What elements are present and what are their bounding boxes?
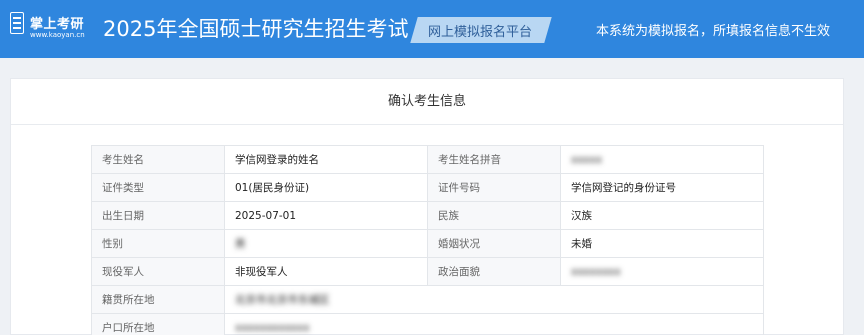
native-value: 北京市北京市东城区: [224, 285, 764, 314]
native-label: 籍贯所在地: [91, 285, 225, 314]
logo-url: www.kaoyan.cn: [30, 31, 85, 39]
table-row: 考生姓名 学信网登录的姓名 考生姓名拼音 xxxxx: [91, 145, 764, 174]
gender-value: 男: [224, 229, 428, 258]
gender-label: 性别: [91, 229, 225, 258]
military-value: 非现役军人: [224, 257, 428, 286]
political-value: xxxxxxxx: [560, 257, 764, 286]
ethnicity-label: 民族: [427, 201, 561, 230]
birth-label: 出生日期: [91, 201, 225, 230]
id-number-value: 学信网登记的身份证号: [560, 173, 764, 202]
confirm-info-card: 确认考生信息 考生姓名 学信网登录的姓名 考生姓名拼音 xxxxx 证件类型 0…: [10, 78, 844, 335]
book-icon: [10, 12, 24, 34]
ethnicity-value: 汉族: [560, 201, 764, 230]
app-header: 掌上考研 www.kaoyan.cn 2025年全国硕士研究生招生考试 网上模拟…: [0, 0, 864, 58]
simulation-notice: 本系统为模拟报名，所填报名信息不生效: [596, 24, 831, 39]
table-row: 籍贯所在地 北京市北京市东城区: [91, 285, 764, 314]
marital-value: 未婚: [560, 229, 764, 258]
marital-label: 婚姻状况: [427, 229, 561, 258]
page-title: 2025年全国硕士研究生招生考试: [103, 17, 409, 41]
id-type-value: 01(居民身份证): [224, 173, 428, 202]
table-row: 出生日期 2025-07-01 民族 汉族: [91, 201, 764, 230]
birth-value: 2025-07-01: [224, 201, 428, 230]
logo-name: 掌上考研: [30, 17, 85, 32]
table-row: 现役军人 非现役军人 政治面貌 xxxxxxxx: [91, 257, 764, 286]
name-value: 学信网登录的姓名: [224, 145, 428, 174]
candidate-info-table: 考生姓名 学信网登录的姓名 考生姓名拼音 xxxxx 证件类型 01(居民身份证…: [91, 145, 764, 335]
platform-label: 网上模拟报名平台: [428, 25, 533, 40]
id-type-label: 证件类型: [91, 173, 225, 202]
table-row: 性别 男 婚姻状况 未婚: [91, 229, 764, 258]
id-number-label: 证件号码: [427, 173, 561, 202]
hukou-label: 户口所在地: [91, 313, 225, 335]
pinyin-label: 考生姓名拼音: [427, 145, 561, 174]
pinyin-value: xxxxx: [560, 145, 764, 174]
military-label: 现役军人: [91, 257, 225, 286]
hukou-value: xxxxxxxxxxxx: [224, 313, 764, 335]
table-row: 户口所在地 xxxxxxxxxxxx: [91, 313, 764, 335]
table-row: 证件类型 01(居民身份证) 证件号码 学信网登记的身份证号: [91, 173, 764, 202]
political-label: 政治面貌: [427, 257, 561, 286]
card-title: 确认考生信息: [11, 79, 843, 125]
name-label: 考生姓名: [91, 145, 225, 174]
